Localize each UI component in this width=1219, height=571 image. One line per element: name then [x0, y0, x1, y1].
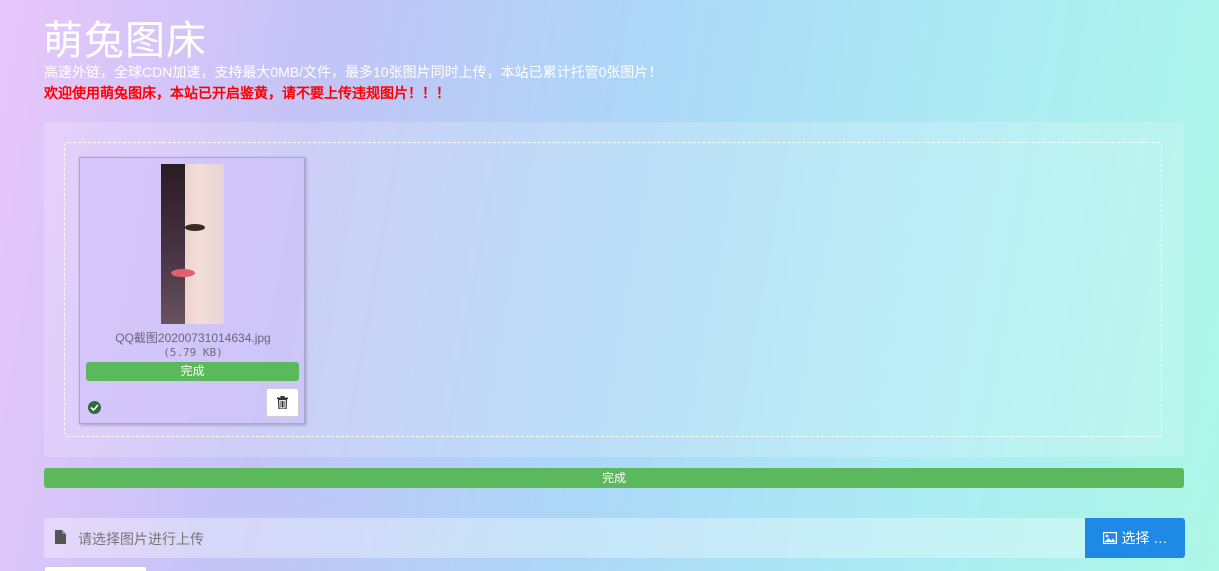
browse-button[interactable]: 选择 … — [1085, 518, 1185, 558]
trash-icon — [277, 396, 288, 409]
file-input-placeholder: 请选择图片进行上传 — [78, 531, 204, 547]
image-thumbnail[interactable] — [161, 164, 224, 324]
file-input-group[interactable]: 请选择图片进行上传 选择 … — [44, 518, 1185, 558]
upload-panel: QQ截图20200731014634.jpg (5.79 KB) 完成 — [44, 122, 1184, 457]
file-name: QQ截图20200731014634.jpg — [115, 331, 271, 345]
delete-file-button[interactable] — [266, 388, 299, 417]
image-icon — [1102, 532, 1117, 544]
overall-progress-bar: 完成 — [44, 468, 1184, 488]
site-title: 萌兔图床 — [43, 18, 207, 64]
drop-zone[interactable]: QQ截图20200731014634.jpg (5.79 KB) 完成 — [64, 142, 1162, 437]
secondary-button[interactable] — [44, 566, 147, 571]
site-subtitle: 高速外链，全球CDN加速，支持最大0MB/文件，最多10张图片同时上传，本站已累… — [44, 64, 663, 80]
file-progress-bar: 完成 — [86, 362, 299, 381]
check-circle-icon — [88, 401, 101, 414]
browse-button-label: 选择 … — [1121, 530, 1168, 546]
file-preview-card: QQ截图20200731014634.jpg (5.79 KB) 完成 — [79, 157, 305, 424]
file-size: (5.79 KB) — [163, 346, 223, 359]
warning-notice: 欢迎使用萌兔图床，本站已开启鉴黄，请不要上传违规图片！！！ — [44, 85, 450, 101]
file-icon — [55, 530, 66, 549]
